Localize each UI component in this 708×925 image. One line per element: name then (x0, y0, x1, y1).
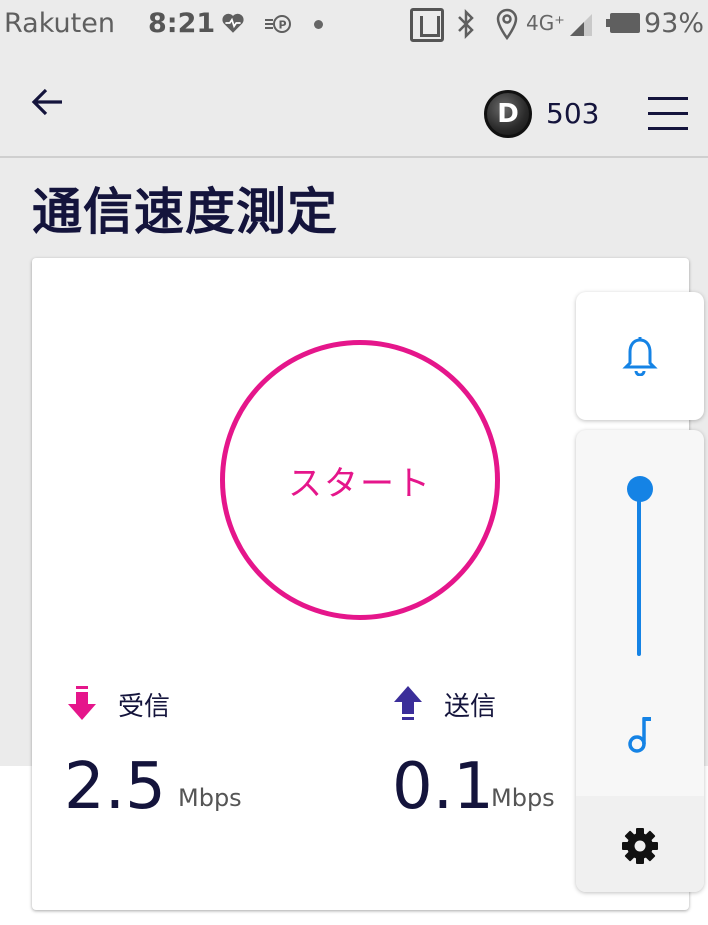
download-arrow-icon (68, 686, 96, 720)
download-speed-value: 2.5 (64, 750, 166, 824)
nfc-icon (410, 8, 444, 42)
upload-speed-unit: Mbps (491, 784, 555, 812)
signal-icon (570, 14, 592, 36)
heart-rate-icon (222, 13, 244, 33)
app-bar: D 503 (0, 64, 708, 158)
screen: Rakuten 8:21 P 4G⁺ 93% D 503 通信速度測定 スタート… (0, 0, 708, 925)
download-speed-unit: Mbps (178, 784, 242, 812)
battery-icon (606, 13, 640, 33)
volume-slider-handle[interactable] (627, 476, 653, 502)
sound-settings-button[interactable] (576, 796, 704, 892)
page-title: 通信速度測定 (32, 183, 338, 241)
start-button[interactable]: スタート (220, 340, 500, 620)
battery-percentage: 93% (644, 8, 705, 39)
clock: 8:21 (148, 8, 216, 39)
upload-label: 送信 (444, 692, 497, 722)
back-arrow-icon[interactable] (28, 82, 68, 122)
upload-arrow-icon (394, 686, 422, 720)
music-note-icon (628, 717, 651, 753)
volume-panel (576, 430, 704, 892)
upload-speed-value: 0.1 (392, 750, 494, 824)
notification-dot-icon (314, 20, 323, 29)
payment-icon: P (265, 15, 291, 33)
points-count[interactable]: 503 (546, 97, 599, 130)
location-icon (496, 8, 518, 40)
ringer-mode-button[interactable] (576, 292, 704, 420)
status-bar: Rakuten 8:21 P 4G⁺ 93% (0, 0, 708, 52)
bell-icon (622, 337, 658, 376)
download-label: 受信 (118, 692, 171, 722)
network-type: 4G⁺ (526, 11, 565, 35)
start-label: スタート (288, 463, 432, 504)
svg-text:P: P (279, 19, 287, 32)
points-icon[interactable]: D (484, 90, 532, 138)
volume-slider-track[interactable] (637, 486, 641, 656)
bluetooth-icon (458, 8, 474, 40)
hamburger-menu-icon[interactable] (646, 94, 690, 134)
gear-icon (622, 828, 658, 864)
carrier-name: Rakuten (4, 8, 115, 39)
